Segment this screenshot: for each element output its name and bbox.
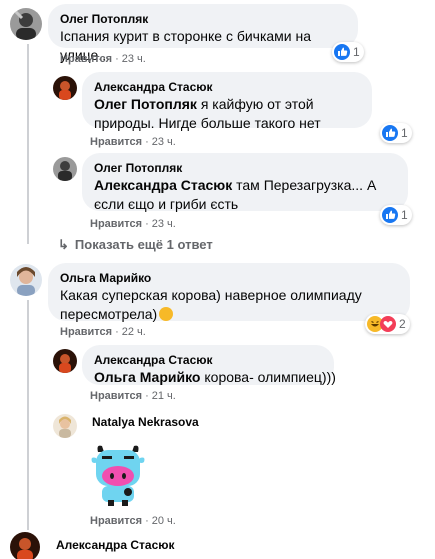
thread-line: [27, 44, 29, 244]
reaction-count-number: 1: [401, 126, 408, 140]
comment-author[interactable]: Ольга Марийко: [60, 270, 398, 286]
like-button[interactable]: Нравится: [90, 136, 142, 148]
comment-timestamp[interactable]: 23 ч.: [152, 136, 176, 148]
reaction-count[interactable]: 1: [380, 123, 412, 143]
avatar[interactable]: [53, 414, 77, 438]
thread-line: [27, 300, 29, 530]
comment-text: Александра Стасюк там Перезагрузка... А …: [94, 177, 377, 212]
comment-meta: Нравится · 20 ч.: [90, 515, 176, 527]
avatar[interactable]: [53, 157, 77, 181]
like-button[interactable]: Нравится: [90, 515, 142, 527]
comment-text: Какая суперская корова) наверное олимпиа…: [60, 287, 362, 322]
like-button[interactable]: Нравится: [60, 53, 112, 65]
avatar[interactable]: [10, 532, 40, 559]
reaction-count[interactable]: 2: [365, 314, 410, 334]
comment-bubble: Олег Потопляк Іспания курит в сторонке с…: [48, 4, 358, 63]
mention-link[interactable]: Ольга Марийко: [94, 369, 200, 385]
comment-timestamp[interactable]: 21 ч.: [152, 390, 176, 402]
comment-text: Ольга Марийко корова- олимпиец))): [94, 369, 336, 385]
reply-arrow-icon: ↳: [58, 237, 69, 252]
love-reaction-icon: [380, 316, 396, 332]
comment-bubble: Ольга Марийко Какая суперская корова) на…: [48, 263, 410, 322]
show-more-label: Показать ещё 1 ответ: [74, 237, 213, 252]
reaction-count[interactable]: 1: [380, 205, 412, 225]
avatar[interactable]: [10, 8, 42, 40]
like-button[interactable]: Нравится: [60, 326, 112, 338]
like-button[interactable]: Нравится: [90, 390, 142, 402]
grin-emoji-icon: [159, 307, 174, 321]
avatar[interactable]: [53, 349, 77, 373]
comment-author[interactable]: Natalya Nekrasova: [92, 415, 199, 429]
show-more-replies-button[interactable]: ↳ Показать ещё 1 ответ: [58, 237, 213, 253]
comment-meta: Нравится · 23 ч.: [60, 53, 146, 65]
reaction-count[interactable]: 1: [332, 42, 364, 62]
like-button[interactable]: Нравится: [90, 218, 142, 230]
comment-meta: Нравится · 23 ч.: [90, 136, 176, 148]
comment-meta: Нравится · 21 ч.: [90, 390, 176, 402]
comment-meta: Нравится · 23 ч.: [90, 218, 176, 230]
comment-bubble: Олег Потопляк Александра Стасюк там Пере…: [82, 153, 408, 212]
comment-timestamp[interactable]: 23 ч.: [152, 218, 176, 230]
comment-timestamp[interactable]: 22 ч.: [122, 326, 146, 338]
reaction-count-number: 2: [399, 317, 406, 331]
comment-author[interactable]: Александра Стасюк: [56, 538, 175, 552]
mention-link[interactable]: Олег Потопляк: [94, 96, 197, 112]
mention-link[interactable]: Александра Стасюк: [94, 177, 232, 193]
reaction-count-number: 1: [401, 208, 408, 222]
reaction-count-number: 1: [353, 45, 360, 59]
comment-text: Олег Потопляк я кайфую от этой природы. …: [94, 96, 321, 131]
pink-cow-sticker[interactable]: [88, 442, 148, 508]
comment-author[interactable]: Олег Потопляк: [94, 160, 396, 176]
comment-bubble: Александра Стасюк Ольга Марийко корова- …: [82, 345, 336, 385]
comment-author[interactable]: Александра Стасюк: [94, 79, 360, 95]
avatar[interactable]: [53, 76, 77, 100]
like-reaction-icon: [382, 207, 398, 223]
comment-meta: Нравится · 22 ч.: [60, 326, 146, 338]
avatar[interactable]: [10, 264, 42, 296]
comment-author[interactable]: Олег Потопляк: [60, 11, 346, 27]
comment-timestamp[interactable]: 23 ч.: [122, 53, 146, 65]
like-reaction-icon: [334, 44, 350, 60]
like-reaction-icon: [382, 125, 398, 141]
comment-timestamp[interactable]: 20 ч.: [152, 515, 176, 527]
comment-author[interactable]: Александра Стасюк: [94, 352, 322, 368]
comment-bubble: Александра Стасюк Олег Потопляк я кайфую…: [82, 72, 372, 131]
